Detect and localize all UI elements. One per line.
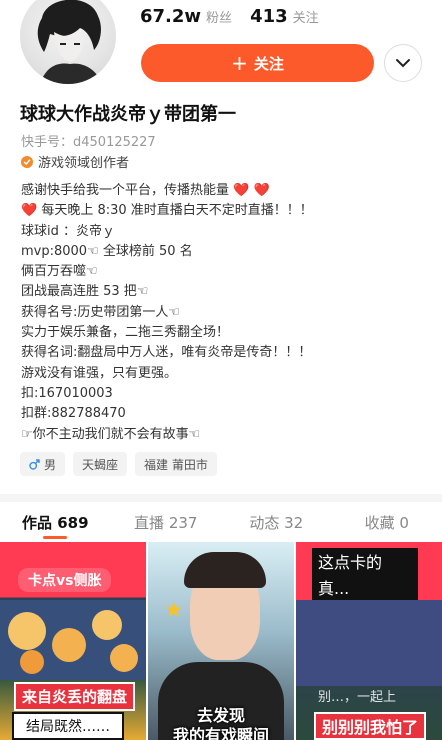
- following-stat[interactable]: 413 关注: [250, 6, 319, 27]
- bio-line: ❤️ 每天晚上 8:30 准时直播白天不定时直播！！！: [21, 203, 313, 219]
- creator-tag[interactable]: 游戏领域创作者: [21, 152, 129, 171]
- bio: 感谢快手给我一个平台，传播热能量 ❤️ ❤️ ❤️ 每天晚上 8:30 准时直播…: [21, 181, 431, 445]
- video-thumbnail[interactable]: 这点卡的 真... 别…，一起上 别别别我怕了: [296, 542, 442, 740]
- followers-stat[interactable]: 67.2w 粉丝: [140, 6, 232, 27]
- thumbnail-caption: 去发现 我的有戏瞬间: [172, 706, 269, 740]
- check-badge-icon: [21, 155, 33, 168]
- follow-button-label: 关注: [253, 54, 284, 73]
- following-label: 关注: [292, 11, 319, 26]
- zodiac-tag: 天蝎座: [73, 452, 128, 476]
- tab-works[interactable]: 作品 689: [0, 502, 111, 542]
- male-icon: [29, 458, 40, 470]
- tab-live-label: 直播 237: [134, 513, 198, 532]
- more-options-button[interactable]: [384, 44, 422, 82]
- person-hair: [184, 552, 266, 588]
- bio-line: 获得名号:历史带团第一人☜: [21, 304, 181, 320]
- follow-button[interactable]: + 关注: [141, 44, 374, 82]
- bio-line: 扣:167010003: [21, 385, 113, 401]
- game-scene: [296, 600, 442, 686]
- tab-moments[interactable]: 动态 32: [221, 502, 332, 542]
- bio-line: 球球id ：炎帝ｙ: [21, 223, 115, 239]
- chevron-down-icon: [396, 59, 410, 68]
- location-tag: 福建 莆田市: [135, 452, 217, 476]
- tab-live[interactable]: 直播 237: [111, 502, 222, 542]
- bio-line: 团战最高连胜 53 把☜: [21, 284, 149, 300]
- gender-tag-label: 男: [44, 457, 57, 472]
- following-count: 413: [250, 6, 288, 27]
- gender-tag: 男: [20, 452, 66, 476]
- bio-line: mvp:8000☜ 全球榜前 50 名: [21, 243, 193, 259]
- followers-count: 67.2w: [140, 6, 202, 27]
- thumbnail-bottom-text: 结局既然……: [12, 712, 124, 740]
- bio-line: 俩百万吞噬☜: [21, 264, 98, 280]
- content-tabs: 作品 689 直播 237 动态 32 收藏 0: [0, 502, 442, 542]
- star-icon: ★: [164, 598, 184, 623]
- avatar[interactable]: [20, 0, 116, 84]
- location-tag-label: 福建 莆田市: [144, 457, 208, 472]
- bio-line: 获得名词:翻盘局中万人迷，唯有炎帝是传奇！！！: [21, 345, 312, 361]
- kuaishou-id[interactable]: 快手号：d450125227: [21, 131, 156, 150]
- thumbnail-mid-text: 别…，一起上: [318, 690, 397, 705]
- followers-label: 粉丝: [206, 11, 233, 26]
- profile-tags: 男 天蝎座 福建 莆田市: [20, 452, 217, 476]
- tab-favorites[interactable]: 收藏 0: [332, 502, 442, 542]
- bio-line: ☞你不主动我们就不会有故事☜: [21, 426, 201, 442]
- creator-tag-label: 游戏领域创作者: [38, 156, 130, 171]
- plus-icon: +: [231, 51, 248, 75]
- bio-line: 扣群:882788470: [21, 406, 126, 422]
- profile-name: 球球大作战炎帝ｙ带团第一: [20, 104, 236, 125]
- tab-works-label: 作品 689: [21, 513, 89, 532]
- bio-line: 感谢快手给我一个平台，传播热能量 ❤️ ❤️: [21, 183, 270, 198]
- video-thumbnail[interactable]: 卡点vs侧胀 来自炎丢的翻盘 结局既然……: [0, 542, 146, 740]
- bio-line: 游戏没有谁强，只有更强。: [21, 365, 178, 381]
- thumbnail-mid-text: 来自炎丢的翻盘: [14, 682, 136, 711]
- video-thumbnail[interactable]: ★ 去发现 我的有戏瞬间: [148, 542, 294, 740]
- works-grid: 卡点vs侧胀 来自炎丢的翻盘 结局既然…… ★ 去发现 我的有戏瞬间 这点卡的 …: [0, 542, 442, 740]
- zodiac-tag-label: 天蝎座: [82, 457, 119, 472]
- section-divider: [0, 494, 442, 502]
- tab-favorites-label: 收藏 0: [364, 513, 409, 532]
- profile-stats: 67.2w 粉丝 413 关注: [140, 6, 319, 27]
- tab-moments-label: 动态 32: [249, 513, 304, 532]
- thumbnail-top-text: 这点卡的 真...: [312, 548, 418, 604]
- thumbnail-top-text: 卡点vs侧胀: [18, 568, 112, 592]
- bio-line: 实力于娱乐兼备，二拖三秀翻全场！: [21, 325, 230, 341]
- thumbnail-bottom-text: 别别别我怕了: [314, 712, 427, 740]
- game-scene: [0, 600, 146, 680]
